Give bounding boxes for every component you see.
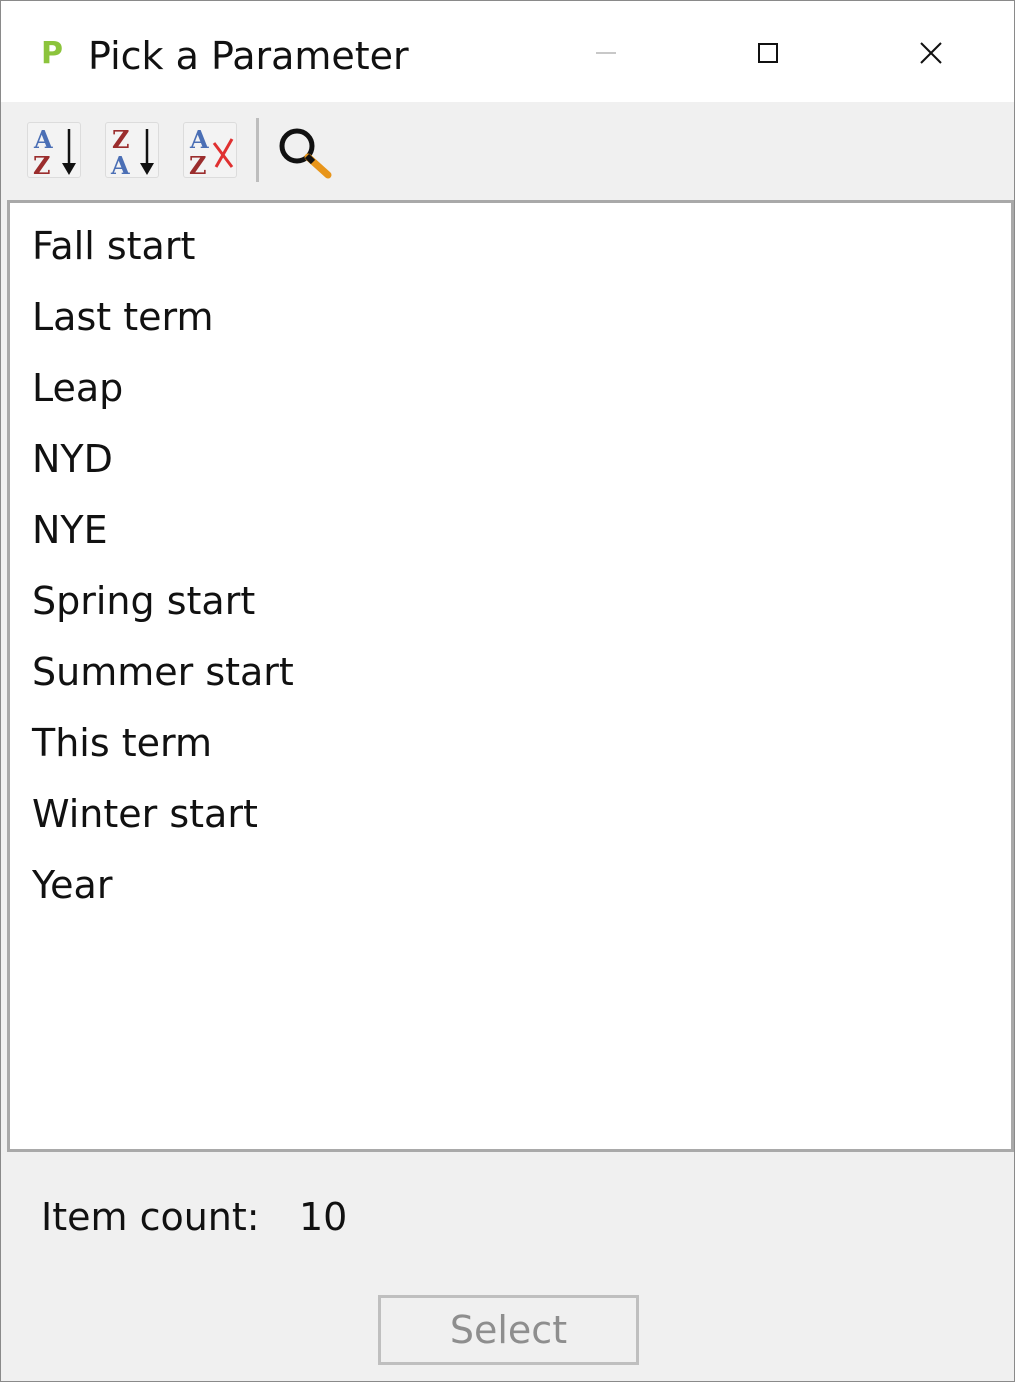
maximize-icon xyxy=(758,43,778,63)
list-item[interactable]: Winter start xyxy=(32,791,258,837)
svg-text:Z: Z xyxy=(112,125,130,154)
sort-ascending-icon: A Z xyxy=(33,125,76,179)
sort-descending-icon: Z A xyxy=(110,125,154,179)
search-icon xyxy=(279,128,332,179)
svg-text:Z: Z xyxy=(33,151,51,179)
parameter-list[interactable]: Fall start Last term Leap NYD NYE Spring… xyxy=(7,200,1014,1152)
list-item[interactable]: Summer start xyxy=(32,649,294,695)
list-item[interactable]: Leap xyxy=(32,365,123,411)
toolbar: A Z Z A A Z xyxy=(1,102,1014,200)
clear-sort-icon: A Z xyxy=(189,125,234,179)
svg-text:P: P xyxy=(41,36,63,71)
p-letter-icon: P xyxy=(41,36,63,71)
list-item[interactable]: Fall start xyxy=(32,223,195,269)
list-item[interactable]: Spring start xyxy=(32,578,255,624)
window-title: Pick a Parameter xyxy=(88,34,409,78)
svg-text:Z: Z xyxy=(189,151,207,179)
sort-descending-button[interactable]: Z A xyxy=(105,122,159,179)
maximize-button[interactable] xyxy=(738,21,798,81)
select-button[interactable]: Select xyxy=(378,1295,639,1365)
title-bar[interactable]: P Pick a Parameter xyxy=(1,1,1014,102)
search-button[interactable] xyxy=(275,119,337,181)
svg-text:A: A xyxy=(189,125,209,154)
item-count-value: 10 xyxy=(299,1195,348,1239)
list-item[interactable]: NYD xyxy=(32,436,113,482)
list-item[interactable]: This term xyxy=(32,720,212,766)
item-count-label: Item count: xyxy=(41,1195,260,1239)
svg-text:A: A xyxy=(110,151,130,179)
pick-parameter-window: P Pick a Parameter A Z Z A A Z Fall star… xyxy=(0,0,1015,1382)
toolbar-separator xyxy=(256,118,259,182)
svg-text:A: A xyxy=(33,125,53,154)
close-button[interactable] xyxy=(901,21,961,81)
minimize-icon xyxy=(596,52,616,54)
list-item[interactable]: NYE xyxy=(32,507,108,553)
list-item[interactable]: Last term xyxy=(32,294,213,340)
sort-ascending-button[interactable]: A Z xyxy=(27,122,81,179)
close-icon xyxy=(920,42,942,64)
list-item[interactable]: Year xyxy=(32,862,112,908)
clear-sort-button[interactable]: A Z xyxy=(183,122,237,179)
minimize-button[interactable] xyxy=(576,21,636,81)
